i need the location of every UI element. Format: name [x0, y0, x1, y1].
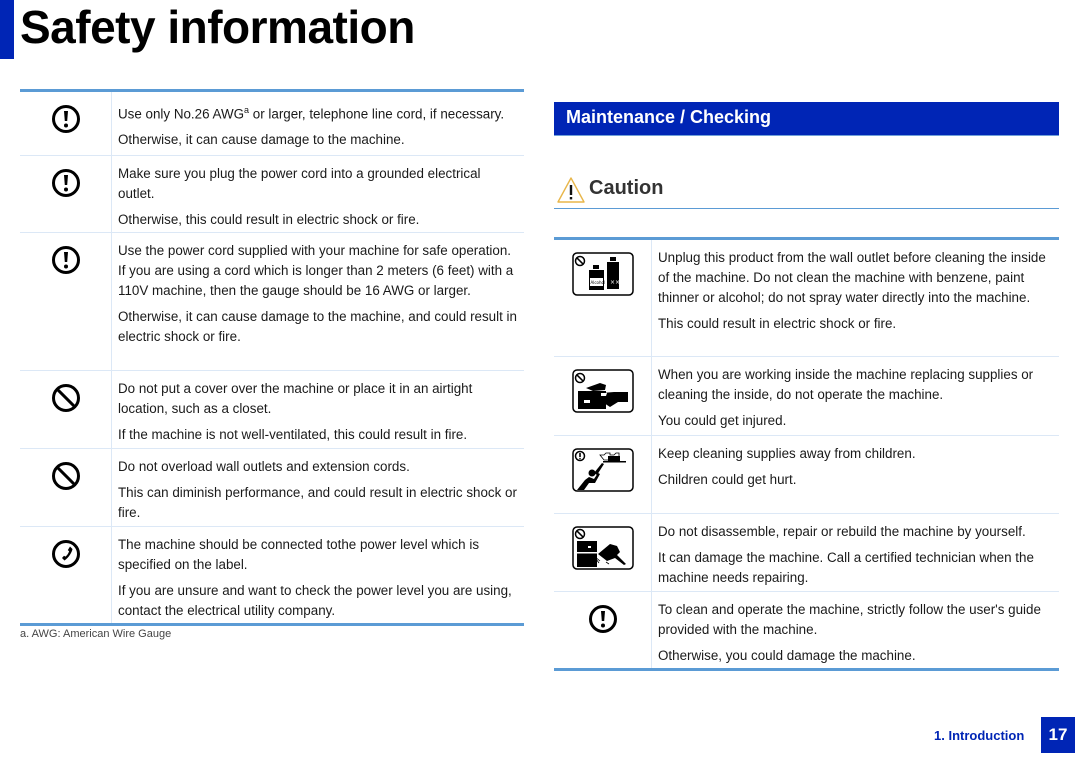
text-cell: Keep cleaning supplies away from childre… [652, 436, 1059, 513]
title-accent-bar [0, 0, 14, 59]
table-row: Make sure you plug the power cord into a… [20, 155, 524, 232]
instruction-text-part: Use only No.26 AWG [118, 106, 245, 122]
consequence-text: Otherwise, you could damage the machine. [658, 648, 916, 663]
icon-cell [20, 449, 112, 526]
left-safety-table: Use only No.26 AWGa or larger, telephone… [20, 89, 524, 626]
instruction-text: The machine should be connected tothe po… [118, 537, 480, 572]
instruction-text: To clean and operate the machine, strict… [658, 602, 1041, 637]
instruction-text: Use only No.26 AWGa or larger, telephone… [118, 100, 520, 124]
consequence-text: This could result in electric shock or f… [658, 316, 897, 331]
instruction-text: When you are working inside the machine … [658, 367, 1034, 402]
alcohol-label: Alcohol [590, 280, 605, 285]
prohibited-icon [51, 384, 80, 412]
instruction-text: Keep cleaning supplies away from childre… [658, 446, 916, 461]
icon-cell [554, 436, 652, 513]
phone-contact-icon [51, 540, 80, 568]
text-cell: Unplug this product from the wall outlet… [652, 240, 1059, 356]
instruction-text: Do not overload wall outlets and extensi… [118, 459, 410, 474]
table-row: To clean and operate the machine, strict… [554, 591, 1059, 668]
icon-cell [20, 156, 112, 232]
consequence-text: It can damage the machine. Call a certif… [658, 550, 1034, 585]
table-row: The machine should be connected tothe po… [20, 526, 524, 623]
no-operation-while-servicing-icon [571, 369, 634, 413]
instruction-text: Do not put a cover over the machine or p… [118, 381, 473, 416]
mandatory-icon [51, 105, 80, 133]
icon-cell: ×× Alcohol [554, 240, 652, 356]
instruction-text: Use the power cord supplied with your ma… [118, 243, 514, 298]
text-cell: Do not disassemble, repair or rebuild th… [652, 514, 1059, 591]
section-heading: Maintenance / Checking [566, 107, 772, 127]
text-cell: Use the power cord supplied with your ma… [112, 233, 524, 370]
consequence-text: Otherwise, this could result in electric… [118, 212, 420, 227]
no-disassembly-icon [571, 526, 634, 570]
table-row: Do not overload wall outlets and extensi… [20, 448, 524, 526]
icon-cell [554, 514, 652, 591]
instruction-text: Unplug this product from the wall outlet… [658, 250, 1046, 305]
keep-from-children-icon [571, 448, 634, 492]
consequence-text: Otherwise, it can cause damage to the ma… [118, 132, 405, 148]
right-safety-table: ×× Alcohol Unplug this product from the w… [554, 237, 1059, 671]
table-row: Do not disassemble, repair or rebuild th… [554, 513, 1059, 591]
text-cell: To clean and operate the machine, strict… [652, 592, 1059, 668]
icon-cell [20, 92, 112, 155]
consequence-text: Otherwise, it can cause damage to the ma… [118, 309, 517, 344]
table-row: When you are working inside the machine … [554, 356, 1059, 435]
text-cell: Make sure you plug the power cord into a… [112, 156, 524, 232]
chapter-link[interactable]: 1. Introduction [934, 728, 1024, 743]
table-row: Use only No.26 AWGa or larger, telephone… [20, 92, 524, 155]
text-cell: Use only No.26 AWGa or larger, telephone… [112, 92, 524, 155]
icon-cell [554, 357, 652, 435]
consequence-text: If you are unsure and want to check the … [118, 583, 512, 618]
mandatory-icon [588, 605, 617, 633]
consequence-text: You could get injured. [658, 413, 787, 428]
text-cell: When you are working inside the machine … [652, 357, 1059, 435]
page-number: 17 [1041, 717, 1075, 753]
footnote: a. AWG: American Wire Gauge [20, 628, 172, 640]
mandatory-icon [51, 246, 80, 274]
caution-heading: Caution [554, 174, 1059, 209]
text-cell: Do not overload wall outlets and extensi… [112, 449, 524, 526]
section-heading-bar: Maintenance / Checking [554, 102, 1059, 136]
instruction-text-part: or larger, telephone line cord, if neces… [249, 106, 505, 122]
icon-cell [554, 592, 652, 668]
icon-cell [20, 233, 112, 370]
instruction-text: Make sure you plug the power cord into a… [118, 166, 481, 201]
consequence-text: If the machine is not well-ventilated, t… [118, 427, 468, 442]
table-row: Use the power cord supplied with your ma… [20, 232, 524, 370]
text-cell: Do not put a cover over the machine or p… [112, 371, 524, 448]
icon-cell [20, 527, 112, 623]
caution-label: Caution [589, 177, 664, 199]
text-cell: The machine should be connected tothe po… [112, 527, 524, 623]
no-chemical-cleaners-icon: ×× Alcohol [571, 252, 634, 296]
page-title: Safety information [20, 1, 415, 53]
instruction-text: Do not disassemble, repair or rebuild th… [658, 524, 1026, 539]
consequence-text: This can diminish performance, and could… [118, 485, 517, 520]
mandatory-icon [51, 169, 80, 197]
table-row: ×× Alcohol Unplug this product from the w… [554, 240, 1059, 356]
prohibited-icon [51, 462, 80, 490]
table-row: Keep cleaning supplies away from childre… [554, 435, 1059, 513]
xx-mark: ×× [610, 279, 620, 286]
warning-triangle-icon [557, 177, 585, 203]
consequence-text: Children could get hurt. [658, 472, 797, 487]
icon-cell [20, 371, 112, 448]
table-row: Do not put a cover over the machine or p… [20, 370, 524, 448]
